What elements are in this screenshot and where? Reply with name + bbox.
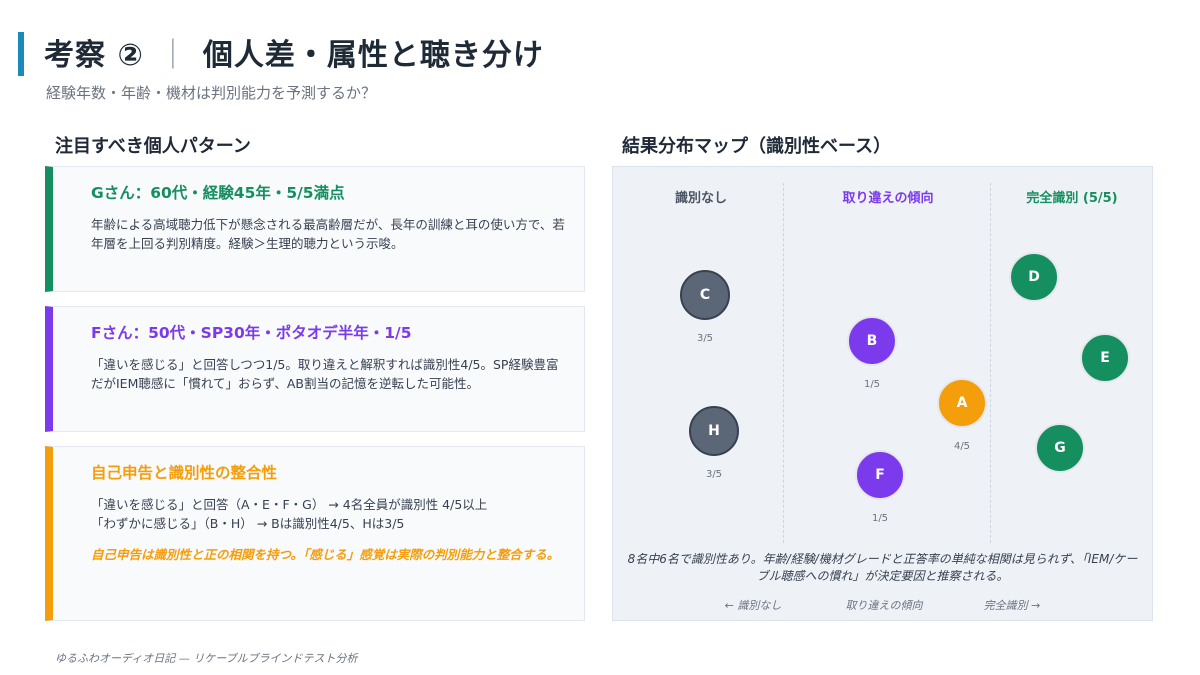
- participant-node-c: C: [680, 270, 730, 320]
- card-title: Gさん：60代・経験45年・5/5満点: [91, 184, 345, 202]
- map-summary-note: 8名中6名で識別性あり。年齢/経験/機材グレードと正答率の単純な相関は見られず、…: [627, 552, 1138, 583]
- card-body: 年齢による高域聴力低下が懸念される最高齢層だが、長年の訓練と耳の使い方で、若年層…: [91, 217, 565, 251]
- participant-score-c: 3/5: [696, 333, 714, 344]
- card-title: 自己申告と識別性の整合性: [91, 464, 278, 482]
- page-title: 考察 ② ｜ 個人差・属性と聴き分け: [44, 30, 544, 74]
- axis-label-mixup: 取り違えの傾向: [845, 599, 923, 612]
- title-main: 考察 ②: [44, 38, 144, 73]
- self-report-line-2: 「わずかに感じる」（B・H） → Bは識別性4/5、Hは3/5: [91, 516, 405, 531]
- title-accent-bar: [18, 32, 24, 76]
- axis-label-none: ← 識別なし: [724, 599, 782, 612]
- card-body: 「違いを感じる」と回答（A・E・F・G） → 4名全員が識別性 4/5以上 「わ…: [91, 495, 566, 533]
- card-title: Fさん：50代・SP30年・ポタオデ半年・1/5: [91, 324, 412, 342]
- participant-score-f: 1/5: [871, 513, 889, 524]
- participant-score-a: 4/5: [953, 441, 971, 452]
- pattern-card-f: Fさん：50代・SP30年・ポタオデ半年・1/5 「違いを感じる」と回答しつつ1…: [45, 306, 585, 432]
- participant-node-b: B: [847, 316, 897, 366]
- participant-node-h: H: [689, 406, 739, 456]
- column-head-none: 識別なし: [674, 191, 728, 206]
- left-section-heading: 注目すべき個人パターン: [55, 136, 251, 157]
- column-head-mixup: 取り違えの傾向: [842, 191, 934, 206]
- participant-node-e: E: [1080, 333, 1130, 383]
- participant-node-a: A: [937, 378, 987, 428]
- card-body: 「違いを感じる」と回答しつつ1/5。取り違えと解釈すれば識別性4/5。SP経験豊…: [91, 357, 559, 391]
- result-distribution-map: 識別なし 取り違えの傾向 完全識別 (5/5) 8名中6名で識別性あり。年齢/経…: [612, 166, 1153, 621]
- footer-credit: ゆるふわオーディオ日記 — リケーブルブラインドテスト分析: [55, 652, 358, 665]
- self-report-card: 自己申告と識別性の整合性 「違いを感じる」と回答（A・E・F・G） → 4名全員…: [45, 446, 585, 621]
- right-section-heading: 結果分布マップ（識別性ベース）: [622, 136, 892, 157]
- self-report-line-1: 「違いを感じる」と回答（A・E・F・G） → 4名全員が識別性 4/5以上: [91, 497, 488, 512]
- participant-score-b: 1/5: [863, 379, 881, 390]
- axis-label-full: 完全識別 →: [983, 599, 1041, 612]
- column-head-full: 完全識別 (5/5): [1026, 191, 1118, 206]
- column-divider: [783, 183, 784, 543]
- participant-node-g: G: [1035, 423, 1085, 473]
- page-subtitle: 経験年数・年齢・機材は判別能力を予測するか？: [46, 84, 377, 102]
- participant-node-f: F: [855, 450, 905, 500]
- participant-score-h: 3/5: [705, 469, 723, 480]
- title-sub: 個人差・属性と聴き分け: [202, 38, 544, 73]
- pattern-card-g: Gさん：60代・経験45年・5/5満点 年齢による高域聴力低下が懸念される最高齢…: [45, 166, 585, 292]
- self-report-conclusion: 自己申告は識別性と正の相関を持つ。「感じる」感覚は実際の判別能力と整合する。: [91, 547, 560, 562]
- column-divider: [990, 183, 991, 543]
- participant-node-d: D: [1009, 252, 1059, 302]
- title-separator: ｜: [157, 38, 189, 73]
